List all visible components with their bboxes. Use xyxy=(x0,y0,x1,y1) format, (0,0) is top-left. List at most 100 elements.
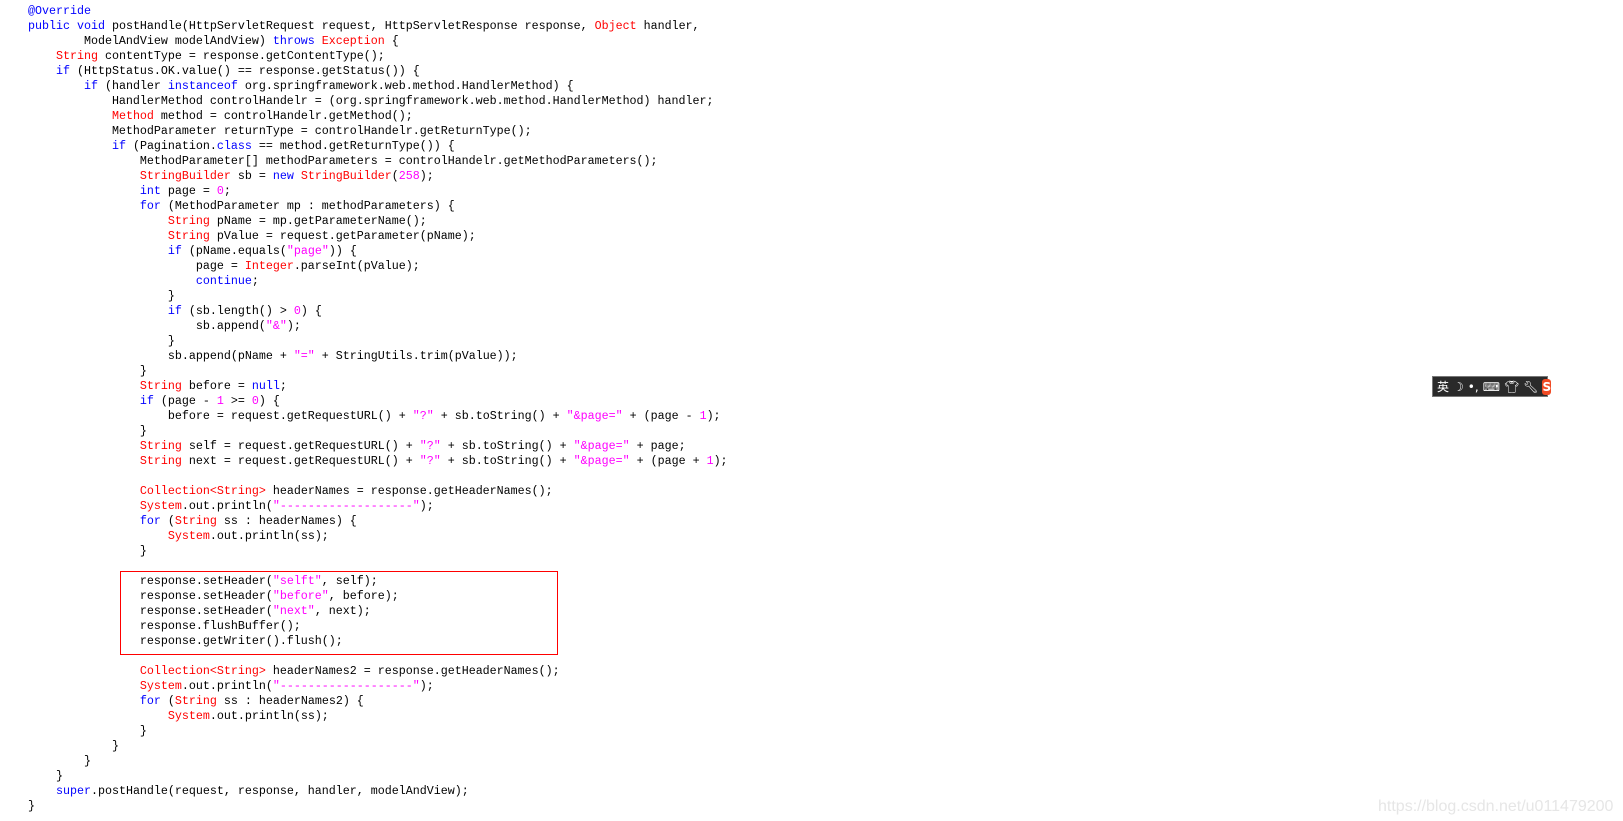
code-line: @Override xyxy=(28,4,728,19)
code-token: String xyxy=(167,214,210,228)
code-token: System xyxy=(167,709,210,723)
ime-toolbar[interactable]: 英 ☽ •, ⌨ 👕︎ 🔧︎ S xyxy=(1432,376,1552,397)
code-token: ; xyxy=(279,379,287,393)
code-token: (MethodParameter mp : methodParameters) … xyxy=(160,199,455,213)
moon-icon[interactable]: ☽ xyxy=(1453,380,1464,394)
code-token: for xyxy=(139,514,161,528)
code-line: Method method = controlHandelr.getMethod… xyxy=(28,109,728,124)
code-token: } xyxy=(28,754,91,768)
code-line: before = request.getRequestURL() + "?" +… xyxy=(28,409,728,424)
code-token: "&page=" xyxy=(566,409,623,423)
code-line: for (String ss : headerNames2) { xyxy=(28,694,728,709)
code-token: for xyxy=(139,694,161,708)
code-token: (Pagination. xyxy=(125,139,217,153)
code-token: } xyxy=(28,769,63,783)
code-token: 0 xyxy=(251,394,259,408)
code-token: "page" xyxy=(286,244,329,258)
code-token: ); xyxy=(419,169,434,183)
code-token: if xyxy=(111,139,126,153)
skin-shirt-icon[interactable]: 👕︎ xyxy=(1504,380,1519,394)
code-token: headerNames = response.getHeaderNames(); xyxy=(265,484,553,498)
code-token: self = request.getRequestURL() + xyxy=(181,439,420,453)
code-token: handler, xyxy=(636,19,700,33)
code-token: } xyxy=(28,364,147,378)
code-token: ( xyxy=(160,514,175,528)
code-token: sb = xyxy=(230,169,273,183)
code-token: .out.println(ss); xyxy=(209,709,329,723)
code-token: sb.append(pName + xyxy=(28,349,294,363)
code-token: "-------------------" xyxy=(272,679,420,693)
code-token: (sb.length() > xyxy=(181,304,294,318)
code-editor[interactable]: @Override public void postHandle(HttpServ… xyxy=(28,4,728,814)
code-line: System.out.println(ss); xyxy=(28,709,728,724)
code-line: } xyxy=(28,424,728,439)
code-token: + sb.toString() + xyxy=(433,409,567,423)
code-token: .out.println(ss); xyxy=(209,529,329,543)
code-token: ( xyxy=(160,694,175,708)
code-line: Collection<String> headerNames = respons… xyxy=(28,484,728,499)
code-line: } xyxy=(28,769,728,784)
code-token: @Override xyxy=(28,4,91,18)
code-token: System xyxy=(167,529,210,543)
wrench-icon[interactable]: 🔧︎ xyxy=(1523,380,1538,394)
code-token: String xyxy=(174,514,217,528)
code-token: + (page - xyxy=(622,409,700,423)
code-token: .parseInt(pValue); xyxy=(293,259,420,273)
code-token: throws xyxy=(272,34,322,48)
code-token: public void xyxy=(28,19,112,33)
code-line: public void postHandle(HttpServletReques… xyxy=(28,19,728,34)
code-token: } xyxy=(28,799,35,813)
code-token: null xyxy=(251,379,280,393)
code-token: (HttpStatus.OK.value() == response.getSt… xyxy=(69,64,420,78)
keyboard-icon[interactable]: ⌨ xyxy=(1483,380,1500,394)
code-line: sb.append(pName + "=" + StringUtils.trim… xyxy=(28,349,728,364)
code-token: } xyxy=(28,424,147,438)
punctuation-icon[interactable]: •, xyxy=(1468,380,1479,394)
code-token: + page; xyxy=(629,439,686,453)
code-token: StringBuilder xyxy=(300,169,392,183)
code-line: ModelAndView modelAndView) throws Except… xyxy=(28,34,728,49)
code-token: "&page=" xyxy=(573,454,630,468)
language-toggle[interactable]: 英 xyxy=(1437,380,1449,394)
code-token: if xyxy=(167,304,182,318)
code-token: + (page + xyxy=(629,454,707,468)
code-token: ); xyxy=(419,679,434,693)
code-line: if (pName.equals("page")) { xyxy=(28,244,728,259)
code-line: } xyxy=(28,544,728,559)
code-token: contentType = response.getContentType(); xyxy=(97,49,385,63)
code-line: } xyxy=(28,724,728,739)
code-token: (handler xyxy=(97,79,168,93)
code-token: String xyxy=(139,454,182,468)
code-token: HandlerMethod controlHandelr = (org.spri… xyxy=(28,94,714,108)
code-token: "&" xyxy=(265,319,287,333)
code-line: String contentType = response.getContent… xyxy=(28,49,728,64)
code-token: ; xyxy=(251,274,259,288)
code-token: ModelAndView modelAndView) xyxy=(28,34,273,48)
code-token: Object xyxy=(594,19,637,33)
code-token: int xyxy=(139,184,161,198)
code-token: headerNames2 = response.getHeaderNames()… xyxy=(265,664,560,678)
code-line: String next = request.getRequestURL() + … xyxy=(28,454,728,469)
code-token: System xyxy=(139,679,182,693)
code-token: "?" xyxy=(419,439,441,453)
sogou-logo-icon[interactable]: S xyxy=(1542,378,1552,395)
code-token: before = xyxy=(181,379,252,393)
code-line: System.out.println("-------------------"… xyxy=(28,499,728,514)
code-line: Collection<String> headerNames2 = respon… xyxy=(28,664,728,679)
code-token: )) { xyxy=(328,244,357,258)
code-token: ); xyxy=(286,319,301,333)
code-token: pValue = request.getParameter(pName); xyxy=(209,229,476,243)
code-token: continue xyxy=(195,274,252,288)
